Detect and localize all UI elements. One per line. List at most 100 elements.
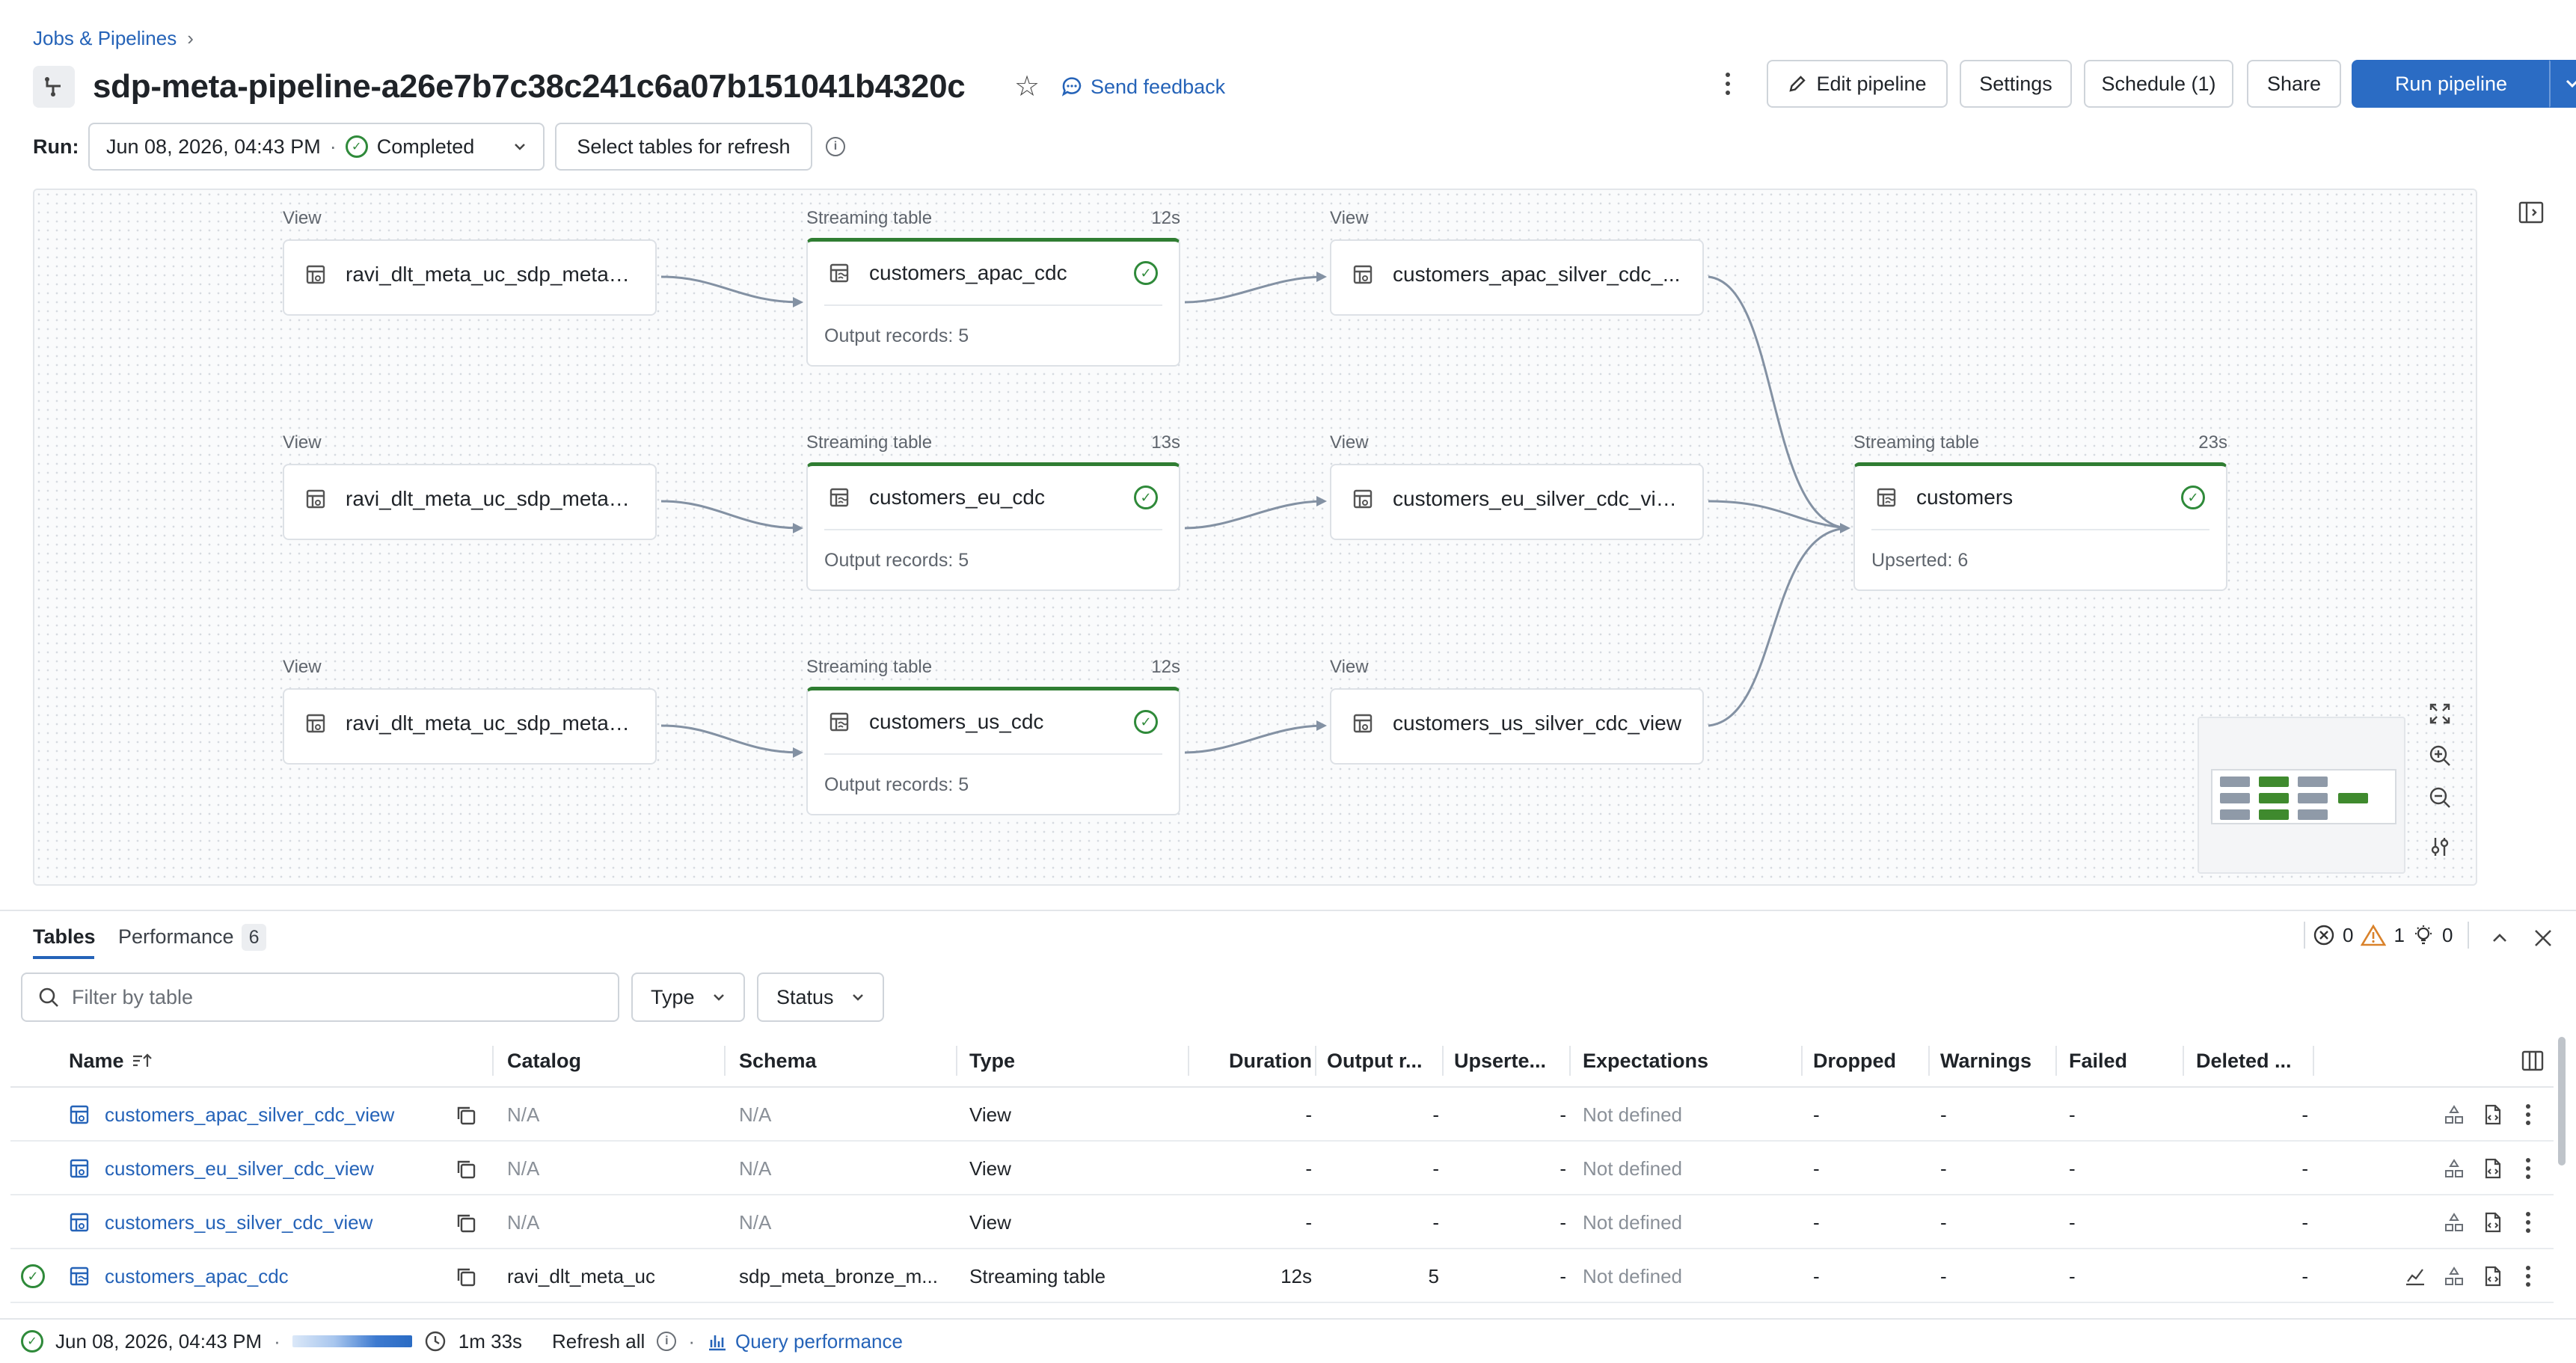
graph-node-view[interactable]: customers_apac_silver_cdc_... [1330, 239, 1704, 316]
column-header-duration[interactable]: Duration [1200, 1034, 1312, 1088]
zoom-in-icon[interactable] [2423, 739, 2456, 772]
node-kind-label: Streaming table [806, 432, 933, 453]
deleted-cell: - [2301, 1157, 2308, 1180]
dropped-cell: - [1813, 1264, 1820, 1287]
query-performance-label: Query performance [735, 1329, 903, 1353]
node-kind-label: Streaming table [806, 657, 933, 677]
type-cell: View [969, 1210, 1011, 1234]
table-filter-input[interactable]: Filter by table [21, 973, 619, 1022]
column-header-expectations[interactable]: Expectations [1583, 1034, 1800, 1088]
warnings-cell: - [1940, 1264, 1947, 1287]
column-header-failed[interactable]: Failed [2069, 1034, 2189, 1088]
type-filter-label: Type [651, 985, 695, 1008]
column-settings-icon[interactable] [2521, 1049, 2545, 1073]
issues-summary[interactable]: 0 1 0 [2304, 922, 2470, 949]
metrics-chart-icon[interactable] [2404, 1265, 2426, 1287]
output-cell: - [1432, 1157, 1439, 1180]
scrollbar-thumb[interactable] [2558, 1037, 2566, 1166]
row-menu-icon[interactable] [2521, 1207, 2536, 1237]
graph-node-streaming-table[interactable]: customers_eu_cdc ✓ Output records: 5 [806, 462, 1180, 591]
status-filter-label: Status [776, 985, 834, 1008]
type-filter-dropdown[interactable]: Type [631, 973, 745, 1022]
query-performance-link[interactable]: Query performance [707, 1330, 903, 1353]
graph-node-streaming-table[interactable]: customers_us_cdc ✓ Output records: 5 [806, 687, 1180, 815]
graph-node-view[interactable]: ravi_dlt_meta_uc_sdp_meta_... [283, 464, 657, 540]
graph-node-view[interactable]: customers_us_silver_cdc_view [1330, 688, 1704, 765]
column-header-type[interactable]: Type [969, 1034, 1179, 1088]
graph-node-streaming-table[interactable]: customers ✓ Upserted: 6 [1853, 462, 2227, 591]
info-icon[interactable]: i [657, 1332, 677, 1351]
copy-icon[interactable] [455, 1266, 477, 1288]
column-header-deleted[interactable]: Deleted ... [2196, 1034, 2313, 1088]
table-name-link[interactable]: customers_apac_cdc [105, 1249, 426, 1303]
node-kind-label: Streaming table [806, 208, 933, 228]
column-header-catalog[interactable]: Catalog [507, 1034, 717, 1088]
tab-performance[interactable]: Performance 6 [118, 923, 267, 951]
node-name: ravi_dlt_meta_uc_sdp_meta_... [346, 487, 634, 510]
tab-tables[interactable]: Tables [33, 923, 96, 950]
node-stat: Output records: 5 [824, 304, 1162, 347]
catalog-cell: N/A [507, 1103, 540, 1126]
lineage-icon[interactable] [2443, 1157, 2465, 1180]
side-panel-toggle-icon[interactable] [2518, 200, 2548, 227]
output-cell: - [1432, 1103, 1439, 1126]
source-code-icon[interactable] [2482, 1211, 2504, 1234]
refresh-all-link[interactable]: Refresh all [552, 1330, 645, 1353]
upserted-cell: - [1560, 1210, 1566, 1234]
graph-node-view[interactable]: ravi_dlt_meta_uc_sdp_meta_... [283, 239, 657, 316]
lineage-icon[interactable] [2443, 1265, 2465, 1287]
close-panel-icon[interactable] [2530, 925, 2557, 952]
table-name-link[interactable]: customers_eu_silver_cdc_view [105, 1142, 426, 1195]
copy-icon[interactable] [455, 1158, 477, 1180]
table-row[interactable]: customers_eu_silver_cdc_view N/A N/A Vie… [10, 1142, 2554, 1195]
column-header-upserted[interactable]: Upserte... [1454, 1034, 1571, 1088]
row-menu-icon[interactable] [2521, 1154, 2536, 1183]
table-scrollbar[interactable] [2557, 1037, 2567, 1306]
table-row[interactable]: customers_us_silver_cdc_view N/A N/A Vie… [10, 1195, 2554, 1249]
dropped-cell: - [1813, 1103, 1820, 1126]
node-kind-label: View [1330, 657, 1369, 677]
row-menu-icon[interactable] [2521, 1100, 2536, 1130]
table-name-link[interactable]: customers_us_silver_cdc_view [105, 1195, 426, 1249]
footer-separator: · [688, 1329, 695, 1353]
row-menu-icon[interactable] [2521, 1261, 2536, 1291]
schema-cell: N/A [739, 1157, 772, 1180]
tables-list: Name Catalog Schema Type Duration Output… [10, 1034, 2554, 1303]
graph-node-view[interactable]: customers_eu_silver_cdc_view [1330, 464, 1704, 540]
layout-settings-icon[interactable] [2423, 830, 2456, 863]
duration-cell: - [1305, 1103, 1312, 1126]
type-cell: Streaming table [969, 1264, 1106, 1287]
source-code-icon[interactable] [2482, 1157, 2504, 1180]
failed-cell: - [2069, 1210, 2076, 1234]
table-row[interactable]: customers_apac_silver_cdc_view N/A N/A V… [10, 1088, 2554, 1142]
fit-view-icon[interactable] [2423, 697, 2456, 730]
copy-icon[interactable] [455, 1104, 477, 1127]
duration-cell: 12s [1281, 1264, 1312, 1287]
graph-node-view[interactable]: ravi_dlt_meta_uc_sdp_meta_... [283, 688, 657, 765]
success-check-icon: ✓ [1134, 710, 1158, 734]
column-header-name[interactable]: Name [69, 1034, 203, 1088]
lineage-icon[interactable] [2443, 1103, 2465, 1126]
column-header-output-records[interactable]: Output r... [1327, 1034, 1444, 1088]
lineage-icon[interactable] [2443, 1211, 2465, 1234]
duration-cell: - [1305, 1157, 1312, 1180]
graph-minimap[interactable] [2198, 717, 2405, 874]
column-header-schema[interactable]: Schema [739, 1034, 948, 1088]
zoom-out-icon[interactable] [2423, 781, 2456, 814]
table-name-link[interactable]: customers_apac_silver_cdc_view [105, 1088, 426, 1142]
schema-cell: sdp_meta_bronze_m... [739, 1264, 938, 1287]
copy-icon[interactable] [455, 1212, 477, 1234]
node-kind-label: View [283, 432, 322, 453]
view-icon [306, 265, 325, 284]
status-filter-dropdown[interactable]: Status [757, 973, 884, 1022]
warning-icon [2361, 924, 2387, 946]
catalog-cell: ravi_dlt_meta_uc [507, 1264, 655, 1287]
table-row[interactable]: ✓ customers_apac_cdc ravi_dlt_meta_uc sd… [10, 1249, 2554, 1303]
source-code-icon[interactable] [2482, 1103, 2504, 1126]
graph-node-streaming-table[interactable]: customers_apac_cdc ✓ Output records: 5 [806, 238, 1180, 367]
source-code-icon[interactable] [2482, 1265, 2504, 1287]
collapse-panel-icon[interactable] [2488, 926, 2512, 950]
type-cell: View [969, 1157, 1011, 1180]
column-header-dropped[interactable]: Dropped [1813, 1034, 1933, 1088]
column-header-warnings[interactable]: Warnings [1940, 1034, 2060, 1088]
